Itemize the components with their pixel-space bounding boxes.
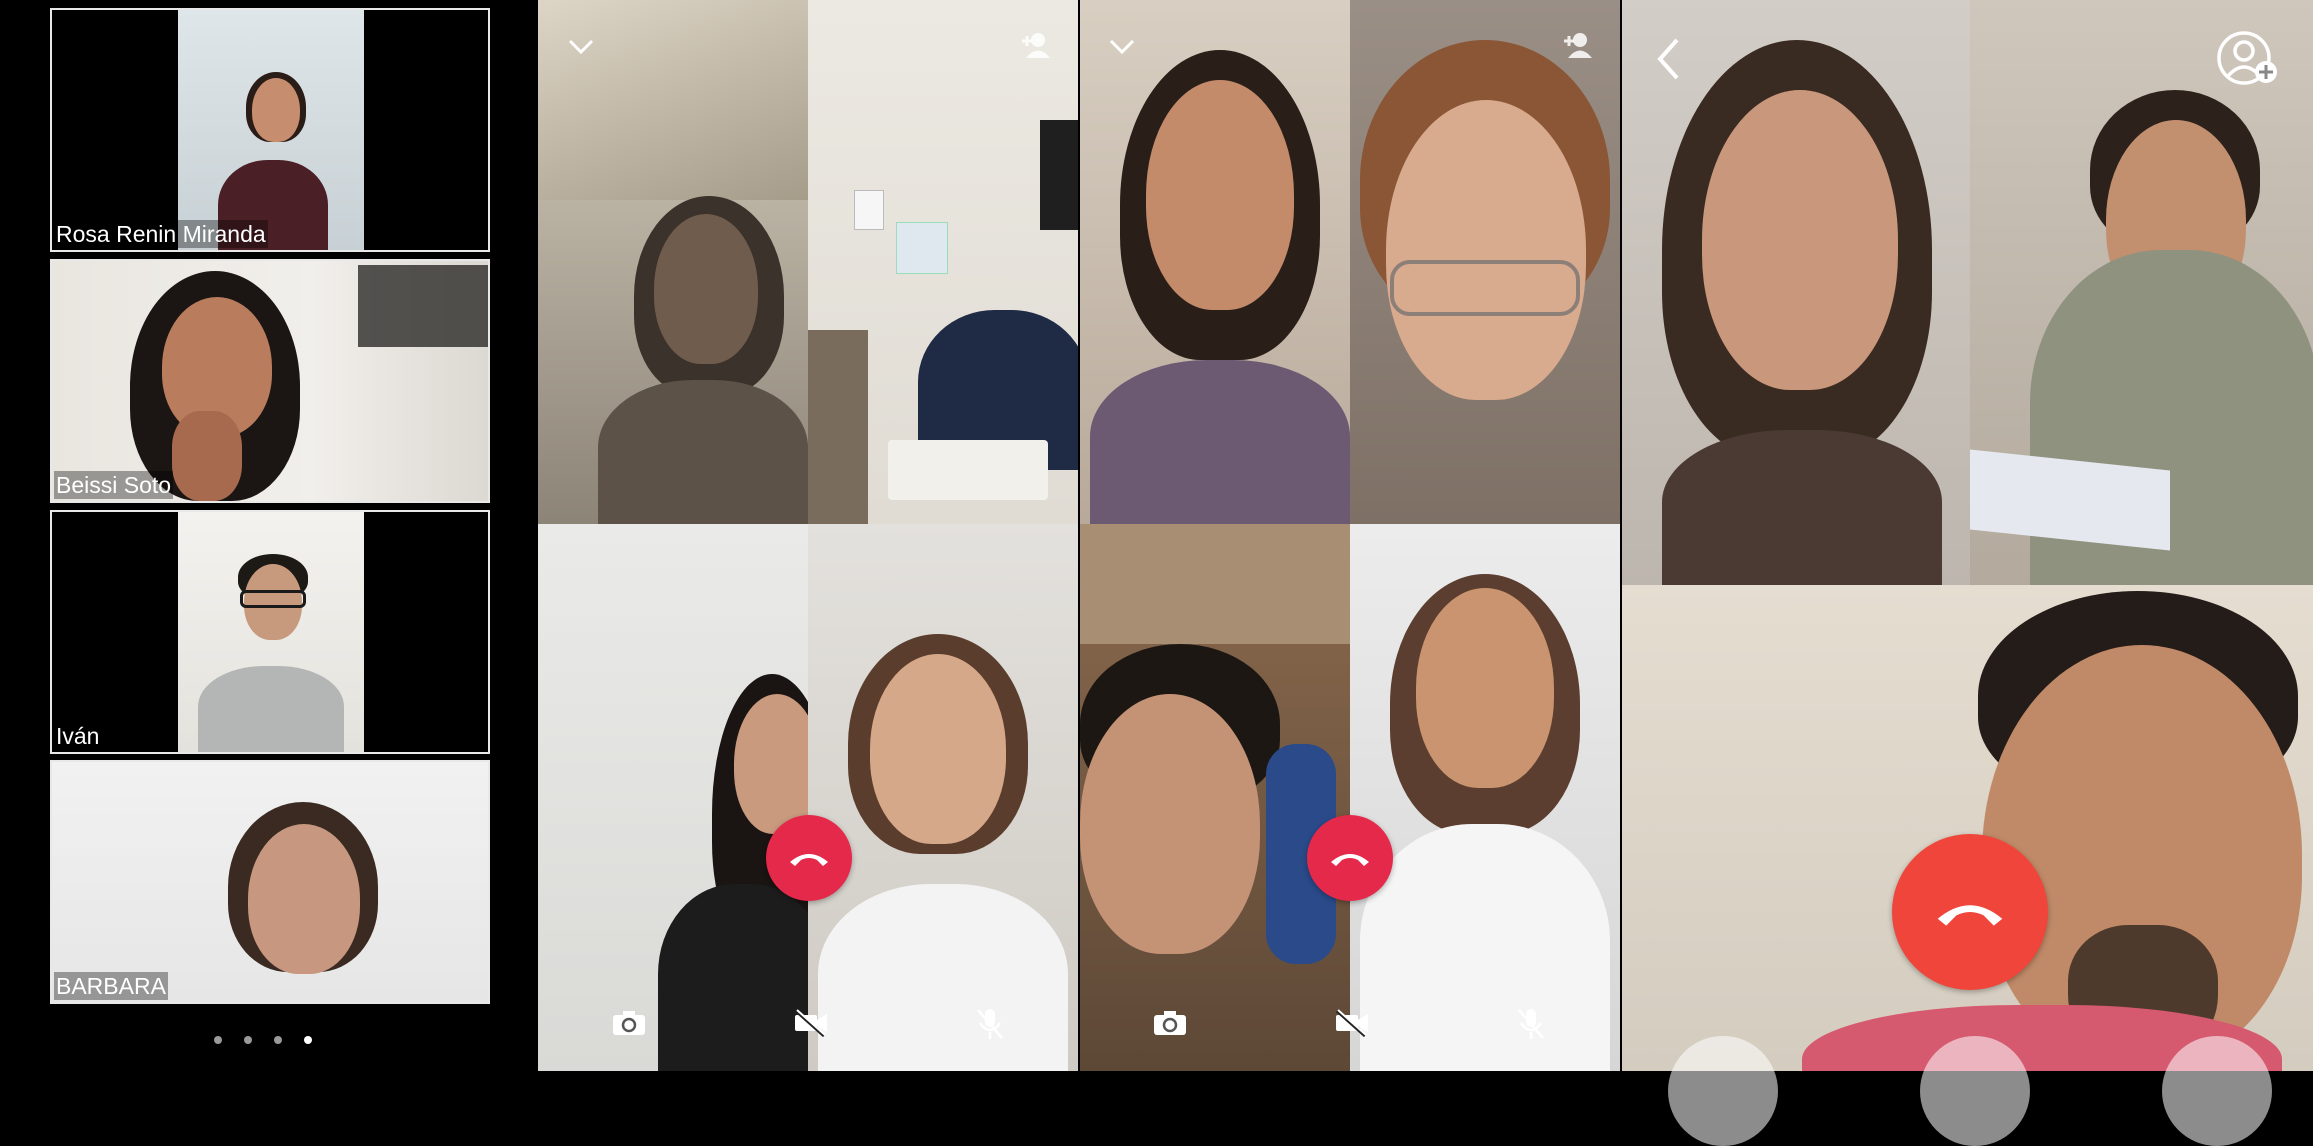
mic-off-button[interactable] [972, 1006, 1008, 1042]
switch-camera-button[interactable] [608, 1006, 650, 1040]
video-off-button[interactable] [790, 1006, 832, 1040]
page-dot-active[interactable] [304, 1036, 312, 1044]
participant-thumbnail[interactable]: Beissi Soto [50, 259, 490, 503]
video-tile [808, 524, 1078, 1071]
chevron-down-icon[interactable] [1105, 30, 1139, 64]
add-user-circle-icon [2217, 31, 2277, 85]
mic-off-icon [1518, 1009, 1544, 1039]
chevron-down-icon[interactable] [564, 30, 598, 64]
participant-name: BARBARA [54, 972, 168, 1000]
add-person-icon[interactable] [1016, 28, 1056, 62]
video-feed [178, 10, 364, 250]
page-dot[interactable] [244, 1036, 252, 1044]
participant-thumbnail[interactable]: BARBARA [50, 760, 490, 1004]
video-off-icon [795, 1009, 827, 1037]
participant-list-panel: Rosa Renin Miranda Beissi Soto Iván BARB… [0, 0, 534, 1071]
video-tile [808, 0, 1078, 524]
call-control-button[interactable] [1668, 1036, 1778, 1146]
video-tile [1350, 0, 1620, 524]
hangup-button[interactable] [1892, 834, 2048, 990]
video-tile [538, 0, 808, 524]
phone-hangup-icon [1331, 854, 1369, 866]
add-person-icon[interactable] [1558, 28, 1598, 62]
call-control-button[interactable] [2162, 1036, 2272, 1146]
hangup-button[interactable] [766, 815, 852, 901]
participant-thumbnail[interactable]: Iván [50, 510, 490, 754]
video-tile [1350, 524, 1620, 1071]
mic-off-icon [977, 1009, 1003, 1039]
phone-hangup-icon [1937, 905, 2003, 926]
video-off-button[interactable] [1331, 1006, 1373, 1040]
participant-name: Iván [54, 722, 102, 750]
video-off-icon [1336, 1009, 1368, 1037]
add-user-button[interactable] [2214, 26, 2284, 90]
page-dot[interactable] [214, 1036, 222, 1044]
page-dot[interactable] [274, 1036, 282, 1044]
participant-thumbnail[interactable]: Rosa Renin Miranda [50, 8, 490, 252]
switch-camera-icon [613, 1011, 645, 1035]
back-button[interactable] [1650, 34, 1686, 84]
video-tile [1080, 0, 1350, 524]
video-feed [178, 512, 364, 752]
call-control-button[interactable] [1920, 1036, 2030, 1146]
video-tile-main [1622, 585, 2313, 1071]
chevron-left-icon [1657, 38, 1679, 80]
video-tile [1080, 524, 1350, 1071]
mic-off-button[interactable] [1513, 1006, 1549, 1042]
phone-hangup-icon [790, 854, 828, 866]
hangup-button[interactable] [1307, 815, 1393, 901]
page-indicator[interactable] [214, 1036, 312, 1044]
participant-name: Beissi Soto [54, 471, 174, 499]
video-tile [538, 524, 808, 1071]
participant-name: Rosa Renin Miranda [54, 220, 268, 248]
video-feed [52, 261, 488, 501]
video-feed [52, 762, 488, 1002]
switch-camera-button[interactable] [1149, 1006, 1191, 1040]
switch-camera-icon [1154, 1011, 1186, 1035]
video-tile [1622, 0, 1970, 585]
